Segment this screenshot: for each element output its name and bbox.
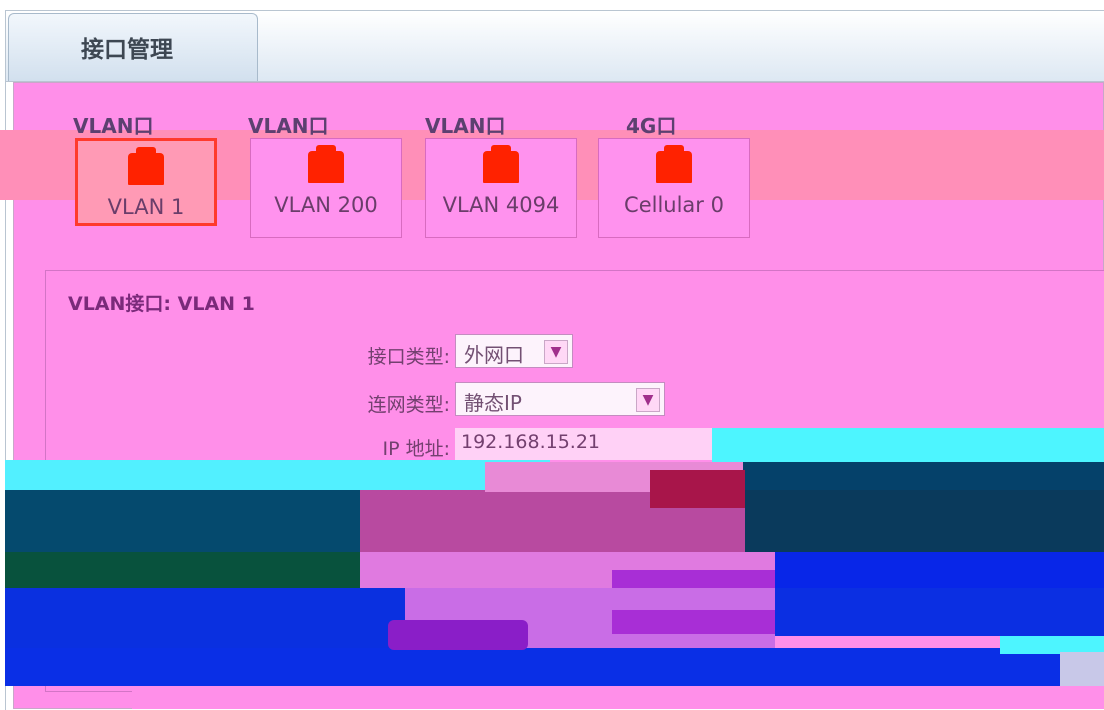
port-group-4g: 4G口 Cellular 0 [598,108,754,238]
interface-type-select[interactable]: 外网口 ▼ [455,334,573,368]
group-legend: VLAN口 [73,114,154,138]
connection-type-label: 连网类型: [367,394,450,416]
glitch-block [1060,652,1104,686]
chevron-down-icon: ▼ [544,340,568,364]
port-icon [128,147,164,185]
port-group-vlan-1: VLAN口 VLAN 1 [73,108,231,226]
interface-type-label: 接口类型: [367,346,450,368]
connection-type-select[interactable]: 静态IP ▼ [455,382,665,416]
port-icon [656,145,692,183]
port-group-vlan-200: VLAN口 VLAN 200 [248,108,406,238]
glitch-block [5,460,550,492]
port-card-cellular-0[interactable]: Cellular 0 [598,138,750,238]
ip-address-label: IP 地址: [382,438,450,460]
chevron-down-icon: ▼ [636,388,660,412]
group-legend: VLAN口 [425,114,506,138]
tab-strip: 接口管理 [6,11,1104,82]
glitch-block [740,462,1104,492]
port-card-label: VLAN 200 [274,193,378,217]
glitch-block [740,552,1104,588]
glitch-block [132,686,1104,709]
port-card-vlan-4094[interactable]: VLAN 4094 [425,138,577,238]
glitch-block [5,588,405,648]
group-legend: VLAN口 [248,114,329,138]
glitch-block [388,620,528,650]
glitch-block [745,490,1104,555]
group-legend: 4G口 [626,114,677,138]
tab-interface-management[interactable]: 接口管理 [8,13,258,81]
glitch-block [712,428,1104,462]
glitch-block [612,610,775,634]
interface-type-row: 接口类型: [250,342,450,372]
section-title: VLAN接口: VLAN 1 [68,293,255,315]
port-card-vlan-200[interactable]: VLAN 200 [250,138,402,238]
glitch-block [5,490,360,552]
interface-type-value: 外网口 [464,343,524,367]
glitch-block [775,588,1104,636]
port-card-vlan-1[interactable]: VLAN 1 [75,138,217,226]
glitch-block [650,470,745,508]
connection-type-row: 连网类型: [250,390,450,420]
glitch-block [5,648,1060,686]
connection-type-value: 静态IP [464,391,522,415]
glitch-block [5,552,360,588]
port-card-label: VLAN 1 [107,195,185,219]
port-card-label: Cellular 0 [624,193,724,217]
port-icon [308,145,344,183]
glitch-block [612,570,775,588]
port-icon [483,145,519,183]
port-group-vlan-4094: VLAN口 VLAN 4094 [425,108,581,238]
port-card-label: VLAN 4094 [442,193,560,217]
